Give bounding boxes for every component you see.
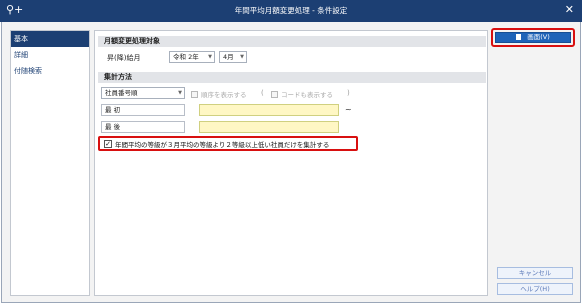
grade-condition-label: 年間平均の等級が３月平均の等級より２等級以上低い社員だけを集計する	[115, 140, 330, 149]
first-input[interactable]	[199, 104, 339, 116]
sidebar-item-basic[interactable]: 基本	[11, 31, 89, 47]
sidebar-item-related-search[interactable]: 付随検索	[11, 63, 89, 79]
era-year-value: 令和 2年	[173, 53, 199, 61]
checkbox-box	[271, 90, 278, 98]
help-button[interactable]: ヘルプ(H)	[497, 283, 573, 295]
section-header-target: 月額変更処理対象	[98, 36, 486, 47]
print-button-label: 画面(V)	[527, 33, 550, 41]
last-input[interactable]	[199, 121, 339, 133]
month-value: 4月	[223, 53, 234, 61]
first-label: 最 初	[101, 104, 185, 116]
month-select[interactable]: 4月 ▼	[219, 51, 247, 63]
show-code-label: コードも表示する	[281, 91, 333, 99]
sidebar: 基本 詳細 付随検索	[10, 30, 90, 296]
document-icon	[516, 34, 522, 40]
window-title: 年間平均月額変更処理 - 条件設定	[234, 6, 348, 15]
paren-open: (	[261, 89, 264, 97]
section-header-aggregation: 集計方法	[98, 72, 486, 83]
sidebar-item-detail[interactable]: 詳細	[11, 47, 89, 63]
order-value: 社員番号順	[105, 89, 138, 97]
order-select[interactable]: 社員番号順 ▼	[101, 87, 185, 99]
grade-condition-checkbox[interactable]: ✓	[104, 139, 112, 148]
main-panel: 月額変更処理対象 昇(降)給月 令和 2年 ▼ 4月 ▼ 集計方法 社員番号順 …	[94, 30, 488, 296]
date-label: 昇(降)給月	[107, 54, 141, 62]
cancel-button[interactable]: キャンセル	[497, 267, 573, 279]
checkbox-box	[191, 90, 198, 98]
show-code-checkbox[interactable]: コードも表示する	[271, 89, 333, 99]
title-bar: ⚲+ 年間平均月額変更処理 - 条件設定 ✕	[0, 0, 582, 22]
chevron-down-icon: ▼	[208, 54, 212, 60]
range-separator: ~	[345, 105, 352, 114]
chevron-down-icon: ▼	[240, 54, 244, 60]
print-button[interactable]: 画面(V)	[495, 32, 571, 43]
show-order-checkbox[interactable]: 順序を表示する	[191, 89, 247, 99]
grade-condition-row: ✓ 年間平均の等級が３月平均の等級より２等級以上低い社員だけを集計する	[98, 136, 358, 151]
show-order-label: 順序を表示する	[201, 91, 247, 99]
print-button-highlight: 画面(V)	[491, 28, 575, 47]
close-icon[interactable]: ✕	[565, 3, 574, 16]
era-year-select[interactable]: 令和 2年 ▼	[169, 51, 215, 63]
paren-close: )	[347, 89, 350, 97]
chevron-down-icon: ▼	[178, 90, 182, 96]
last-label: 最 後	[101, 121, 185, 133]
